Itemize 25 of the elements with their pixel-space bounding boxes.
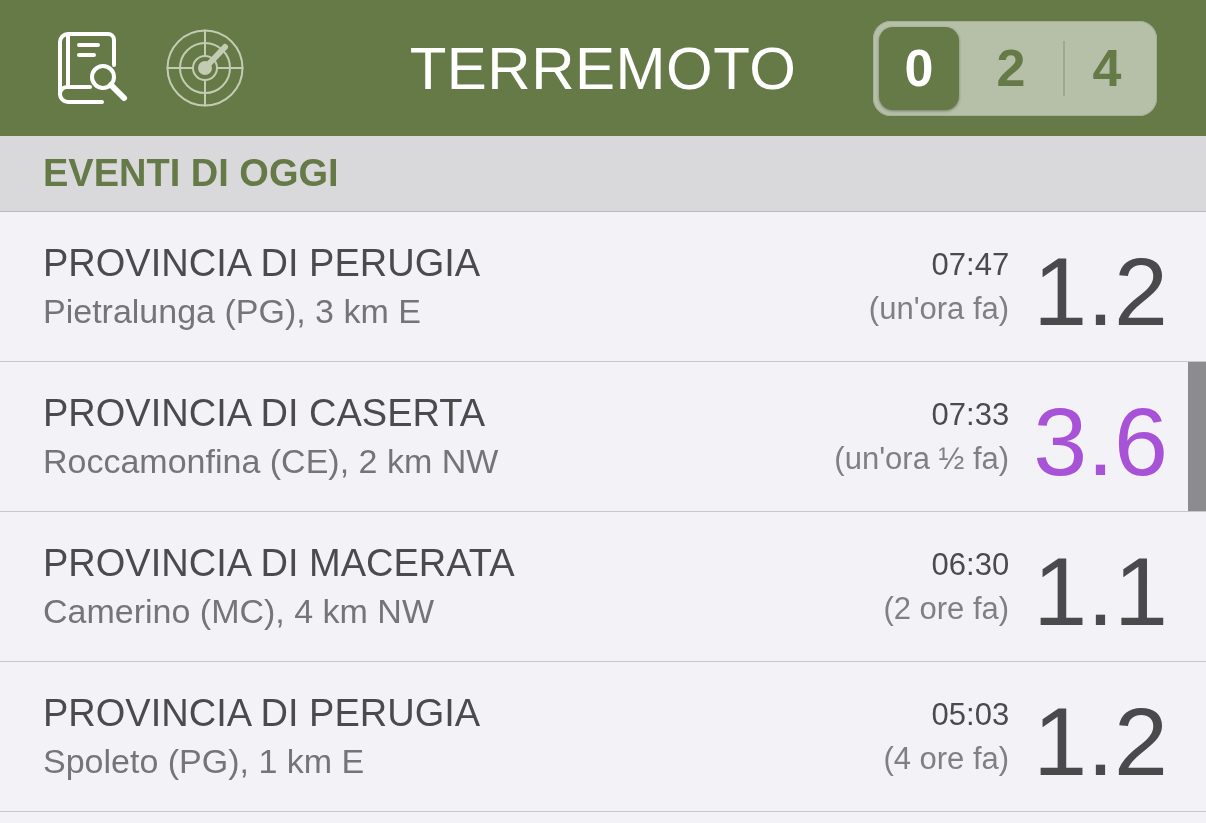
place-text: Pietralunga (PG), 3 km E (43, 290, 421, 332)
book-search-icon[interactable] (58, 32, 130, 104)
event-time: 05:03 (931, 695, 1010, 734)
magnitude-value: 1.2 (1033, 693, 1168, 790)
place-text: Roccamonfina (CE), 2 km NW (43, 440, 499, 482)
section-title: EVENTI DI OGGI (43, 152, 339, 195)
magnitude-value: 1.2 (1033, 243, 1168, 340)
elapsed-time: (un'ora fa) (868, 289, 1010, 328)
region-name: PROVINCIA DI CASERTA (43, 390, 486, 435)
event-time: 06:30 (931, 545, 1010, 584)
radar-icon[interactable] (166, 29, 244, 107)
region-name: PROVINCIA DI MACERATA (43, 540, 515, 585)
elapsed-time: (un'ora ½ fa) (834, 439, 1010, 478)
elapsed-time: (4 ore fa) (883, 739, 1010, 778)
event-time: 07:47 (931, 245, 1010, 284)
range-segment[interactable]: 0 (879, 26, 959, 110)
place-text: Spoleto (PG), 1 km E (43, 740, 365, 782)
region-name: PROVINCIA DI PERUGIA (43, 240, 481, 285)
app-title: TERREMOTO (409, 33, 797, 103)
magnitude-value: 3.6 (1033, 393, 1168, 490)
magnitude-value: 1.1 (1033, 543, 1168, 640)
event-time: 07:33 (931, 395, 1010, 434)
elapsed-time: (2 ore fa) (883, 589, 1010, 628)
region-name: PROVINCIA DI PERUGIA (43, 690, 481, 735)
place-text: Camerino (MC), 4 km NW (43, 590, 435, 632)
